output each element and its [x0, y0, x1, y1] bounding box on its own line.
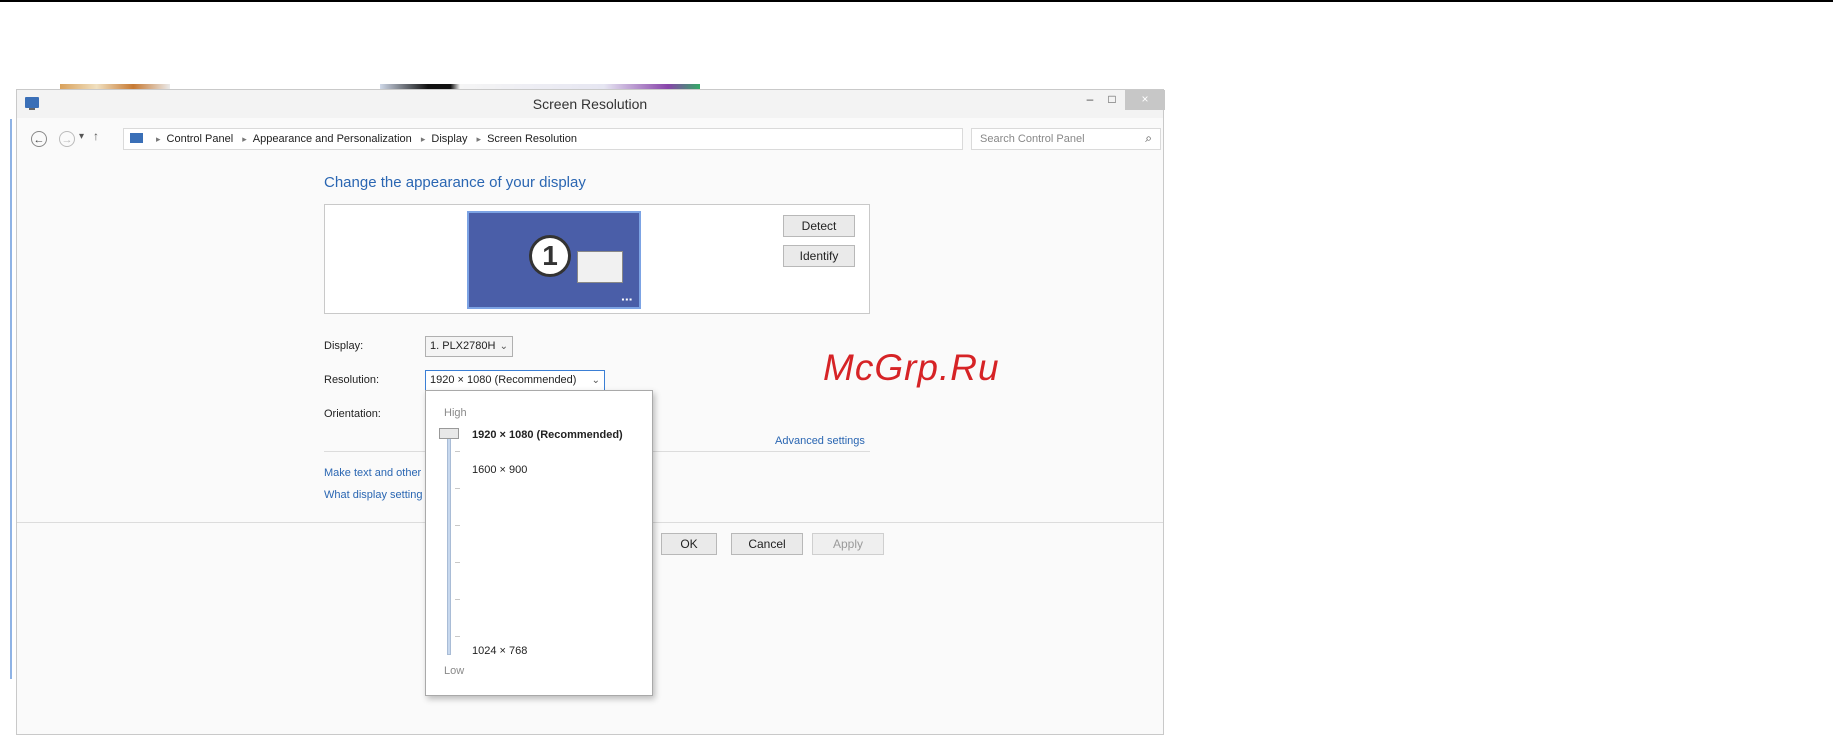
detect-button[interactable]: Detect [783, 215, 855, 237]
high-label: High [444, 407, 467, 419]
resolution-option[interactable]: 1024 × 768 [472, 645, 527, 657]
resolution-option[interactable]: 1600 × 900 [472, 464, 527, 476]
monitor-number: 1 [529, 235, 571, 277]
top-rule [0, 0, 1833, 2]
slider-tick [455, 636, 460, 637]
apply-button[interactable]: Apply [812, 533, 884, 555]
ok-button[interactable]: OK [661, 533, 717, 555]
up-arrow-icon[interactable]: ↑ [93, 129, 99, 143]
monitor-dots: ▪▪▪ [621, 295, 633, 304]
slider-tick [455, 451, 460, 452]
identify-button[interactable]: Identify [783, 245, 855, 267]
watermark: McGrp.Ru [823, 347, 1000, 388]
recent-pages-dropdown-icon[interactable]: ▾ [79, 131, 84, 142]
chevron-down-icon: ⌄ [591, 375, 600, 386]
resolution-slider-thumb[interactable] [439, 428, 459, 439]
breadcrumb-appearance[interactable]: Appearance and Personalization [253, 133, 412, 145]
address-field[interactable]: ▸ Control Panel ▸ Appearance and Personali… [123, 128, 1040, 150]
display-label: Display: [324, 340, 364, 352]
forward-arrow-icon[interactable]: → [59, 131, 75, 147]
control-panel-grid-icon [577, 251, 623, 283]
breadcrumb-display[interactable]: Display [431, 133, 467, 145]
title-bar[interactable]: Screen Resolution – □ × [17, 90, 1165, 118]
page-title: Change the appearance of your display [324, 174, 586, 191]
search-input[interactable]: Search Control Panel ⌕ [971, 128, 1161, 150]
screen-resolution-window: Screen Resolution – □ × ← → ▾ ↑ ▸ Control… [16, 89, 1165, 735]
low-label: Low [444, 665, 465, 677]
orientation-label: Orientation: [324, 408, 381, 420]
control-panel-icon [130, 133, 143, 143]
search-placeholder: Search Control Panel [980, 133, 1085, 145]
search-icon[interactable]: ⌕ [1145, 131, 1152, 146]
back-arrow-icon[interactable]: ← [31, 131, 47, 147]
display-preview: 1 ▪▪▪ Detect Identify [324, 204, 870, 314]
resolution-select[interactable]: 1920 × 1080 (Recommended) ⌄ [425, 370, 605, 391]
display-settings-help-link[interactable]: What display setting [324, 489, 422, 501]
breadcrumb-screen-resolution[interactable]: Screen Resolution [487, 133, 577, 145]
breadcrumb-control-panel[interactable]: Control Panel [167, 133, 234, 145]
window-title: Screen Resolution [532, 96, 648, 112]
chevron-down-icon: ⌄ [499, 341, 508, 352]
maximize-button[interactable]: □ [1101, 90, 1123, 110]
advanced-settings-link[interactable]: Advanced settings [775, 435, 865, 447]
display-value: 1. PLX2780H [430, 340, 496, 352]
breadcrumb: ▸ Control Panel ▸ Appearance and Personali… [156, 133, 577, 145]
monitor-1-thumbnail[interactable]: 1 ▪▪▪ [467, 211, 641, 309]
slider-tick [455, 525, 460, 526]
cancel-button[interactable]: Cancel [731, 533, 803, 555]
resolution-label: Resolution: [324, 374, 380, 386]
resolution-value: 1920 × 1080 (Recommended) [430, 374, 577, 386]
display-select[interactable]: 1. PLX2780H ⌄ [425, 336, 513, 357]
text-size-link[interactable]: Make text and other [324, 467, 421, 479]
resolution-slider-track[interactable] [447, 433, 451, 655]
resolution-dropdown-popup: High 1920 × 1080 (Recommended) 1600 × 90… [425, 390, 653, 696]
slider-tick [455, 562, 460, 563]
slider-tick [455, 599, 460, 600]
close-button[interactable]: × [1125, 90, 1165, 110]
slider-tick [455, 488, 460, 489]
minimize-button[interactable]: – [1079, 90, 1101, 110]
address-bar: ← → ▾ ↑ ▸ Control Panel ▸ Appearance and P… [17, 122, 1163, 150]
desktop-edge [10, 119, 12, 679]
resolution-option[interactable]: 1920 × 1080 (Recommended) [472, 429, 623, 441]
